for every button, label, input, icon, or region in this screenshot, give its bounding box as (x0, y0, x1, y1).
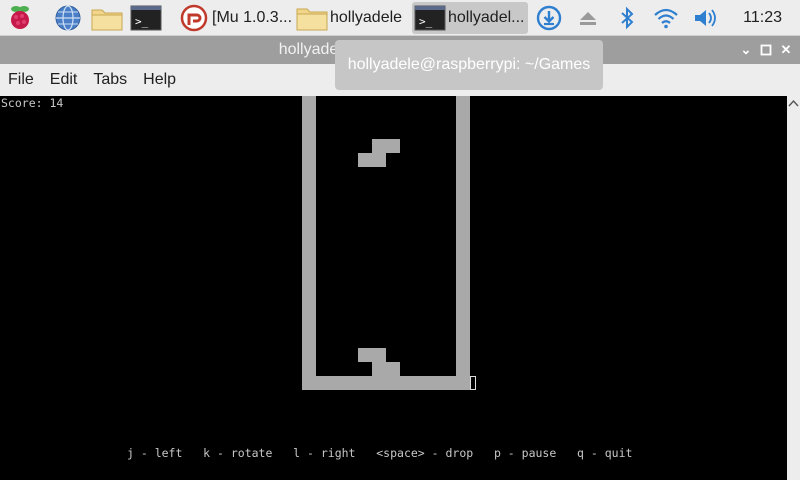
wifi-icon[interactable] (653, 4, 679, 32)
window-tooltip: hollyadele@raspberrypi: ~/Games (335, 40, 603, 90)
task-label: hollyadel... (448, 9, 525, 26)
task-label: [Mu 1.0.3... (212, 9, 292, 26)
svg-text:>_: >_ (419, 15, 433, 28)
task-mu-editor[interactable]: [Mu 1.0.3... (176, 2, 292, 34)
scroll-up-icon[interactable] (787, 98, 800, 108)
well-left-wall (302, 96, 316, 390)
taskbar: >_ [Mu 1.0.3... hollyadele >_ hollyadel.… (0, 0, 800, 36)
volume-icon[interactable] (692, 4, 718, 32)
menu-tabs[interactable]: Tabs (85, 64, 135, 96)
terminal-icon: >_ (414, 5, 446, 31)
menu-help[interactable]: Help (135, 64, 184, 96)
task-terminal-launcher[interactable]: >_ (128, 2, 168, 34)
task-label: hollyadele (330, 9, 403, 26)
download-icon[interactable] (536, 4, 562, 32)
landed-block (372, 362, 400, 376)
svg-text:>_: >_ (135, 15, 149, 28)
raspberry-menu-icon[interactable] (6, 4, 34, 32)
menu-file[interactable]: File (0, 64, 42, 96)
close-icon[interactable]: ✕ (778, 42, 794, 58)
web-browser-icon[interactable] (54, 4, 82, 32)
eject-icon[interactable] (575, 4, 601, 32)
minimize-icon[interactable]: ⌄ (738, 42, 754, 58)
task-file-manager-window[interactable]: hollyadele (294, 2, 408, 34)
terminal-area[interactable]: Score: 14 j - left k - rotate l - right … (0, 96, 787, 480)
score-text: Score: 14 (1, 96, 64, 110)
landed-block (358, 348, 386, 362)
task-terminal-window[interactable]: >_ hollyadel... (412, 2, 528, 34)
well-right-wall (456, 96, 470, 390)
menu-edit[interactable]: Edit (42, 64, 86, 96)
file-manager-icon[interactable] (90, 4, 124, 32)
folder-icon (296, 8, 328, 31)
falling-piece-block (372, 139, 400, 153)
falling-piece-block (358, 153, 386, 167)
bluetooth-icon[interactable] (614, 4, 640, 32)
clock[interactable]: 11:23 (743, 0, 782, 36)
terminal-icon: >_ (130, 5, 162, 31)
maximize-icon[interactable] (758, 42, 774, 58)
text-cursor (470, 376, 476, 390)
terminal-scrollbar[interactable] (787, 96, 800, 480)
mu-editor-icon (180, 4, 208, 32)
well-floor (302, 376, 470, 390)
controls-help-text: j - left k - rotate l - right <space> - … (127, 446, 633, 460)
